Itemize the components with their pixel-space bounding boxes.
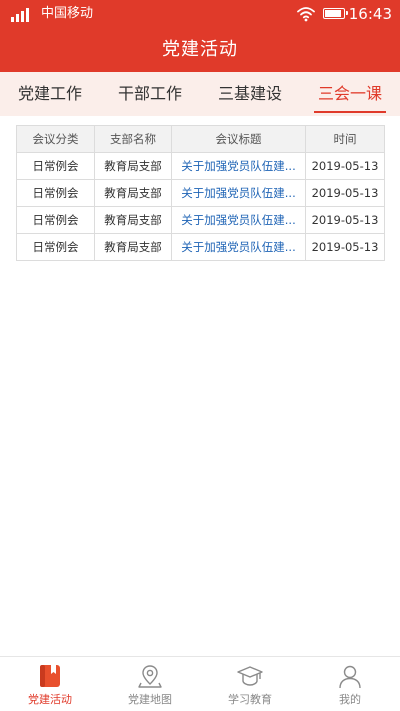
nav-item-mine[interactable]: 我的: [300, 657, 400, 711]
user-icon: [339, 665, 361, 689]
tab-three-basics[interactable]: 三基建设: [200, 72, 300, 116]
cell-branch: 教育局支部: [94, 152, 172, 180]
nav-item-study-education[interactable]: 学习教育: [200, 657, 300, 711]
table-header-row: 会议分类 支部名称 会议标题 时间: [16, 125, 385, 153]
battery-icon: [323, 8, 348, 19]
bookmark-book-icon: [40, 665, 60, 687]
cell-branch: 教育局支部: [94, 179, 172, 207]
nav-item-party-activities[interactable]: 党建活动: [0, 657, 100, 711]
table-row[interactable]: 日常例会 教育局支部 关于加强党员队伍建... 2019-05-13: [16, 152, 385, 180]
column-header-category: 会议分类: [16, 125, 95, 153]
tab-label: 干部工作: [117, 84, 182, 103]
cell-title-link[interactable]: 关于加强党员队伍建...: [171, 152, 306, 180]
table-row[interactable]: 日常例会 教育局支部 关于加强党员队伍建... 2019-05-13: [16, 179, 385, 207]
cell-category: 日常例会: [16, 179, 95, 207]
page-title: 党建活动: [162, 39, 238, 60]
cell-time: 2019-05-13: [305, 152, 385, 180]
clock-time: 16:43: [348, 5, 392, 23]
table-row[interactable]: 日常例会 教育局支部 关于加强党员队伍建... 2019-05-13: [16, 233, 385, 261]
nav-item-party-map[interactable]: 党建地图: [100, 657, 200, 711]
cell-title-link[interactable]: 关于加强党员队伍建...: [171, 179, 306, 207]
cell-time: 2019-05-13: [305, 233, 385, 261]
cell-category: 日常例会: [16, 233, 95, 261]
tab-cadre-work[interactable]: 干部工作: [100, 72, 200, 116]
nav-label: 学习教育: [228, 693, 272, 706]
meeting-table: 会议分类 支部名称 会议标题 时间 日常例会 教育局支部 关于加强党员队伍建..…: [16, 125, 385, 261]
signal-strength-icon: [11, 6, 33, 22]
nav-label: 党建活动: [28, 693, 72, 706]
tab-party-work[interactable]: 党建工作: [0, 72, 100, 116]
nav-label: 我的: [339, 693, 361, 706]
map-pin-icon: [138, 665, 162, 688]
app-header: 党建活动: [0, 28, 400, 72]
column-header-time: 时间: [305, 125, 385, 153]
status-bar: 中国移动 16:43: [0, 0, 400, 28]
carrier-name: 中国移动: [41, 6, 94, 21]
cell-category: 日常例会: [16, 206, 95, 234]
tab-label: 三基建设: [217, 84, 282, 103]
tab-label: 党建工作: [17, 84, 82, 103]
tab-label: 三会一课: [317, 84, 382, 103]
column-header-title: 会议标题: [171, 125, 306, 153]
cell-time: 2019-05-13: [305, 179, 385, 207]
nav-label: 党建地图: [128, 693, 172, 706]
graduation-cap-icon: [237, 666, 263, 686]
bottom-navigation: 党建活动 党建地图 学习教育 我的: [0, 656, 400, 711]
table-row[interactable]: 日常例会 教育局支部 关于加强党员队伍建... 2019-05-13: [16, 206, 385, 234]
column-header-branch: 支部名称: [94, 125, 172, 153]
active-tab-indicator: [314, 111, 386, 113]
wifi-icon: [297, 7, 315, 22]
cell-time: 2019-05-13: [305, 206, 385, 234]
tab-bar: 党建工作 干部工作 三基建设 三会一课: [0, 72, 400, 116]
cell-title-link[interactable]: 关于加强党员队伍建...: [171, 206, 306, 234]
cell-category: 日常例会: [16, 152, 95, 180]
tab-three-meetings-one-lesson[interactable]: 三会一课: [300, 72, 400, 116]
cell-branch: 教育局支部: [94, 233, 172, 261]
cell-branch: 教育局支部: [94, 206, 172, 234]
cell-title-link[interactable]: 关于加强党员队伍建...: [171, 233, 306, 261]
